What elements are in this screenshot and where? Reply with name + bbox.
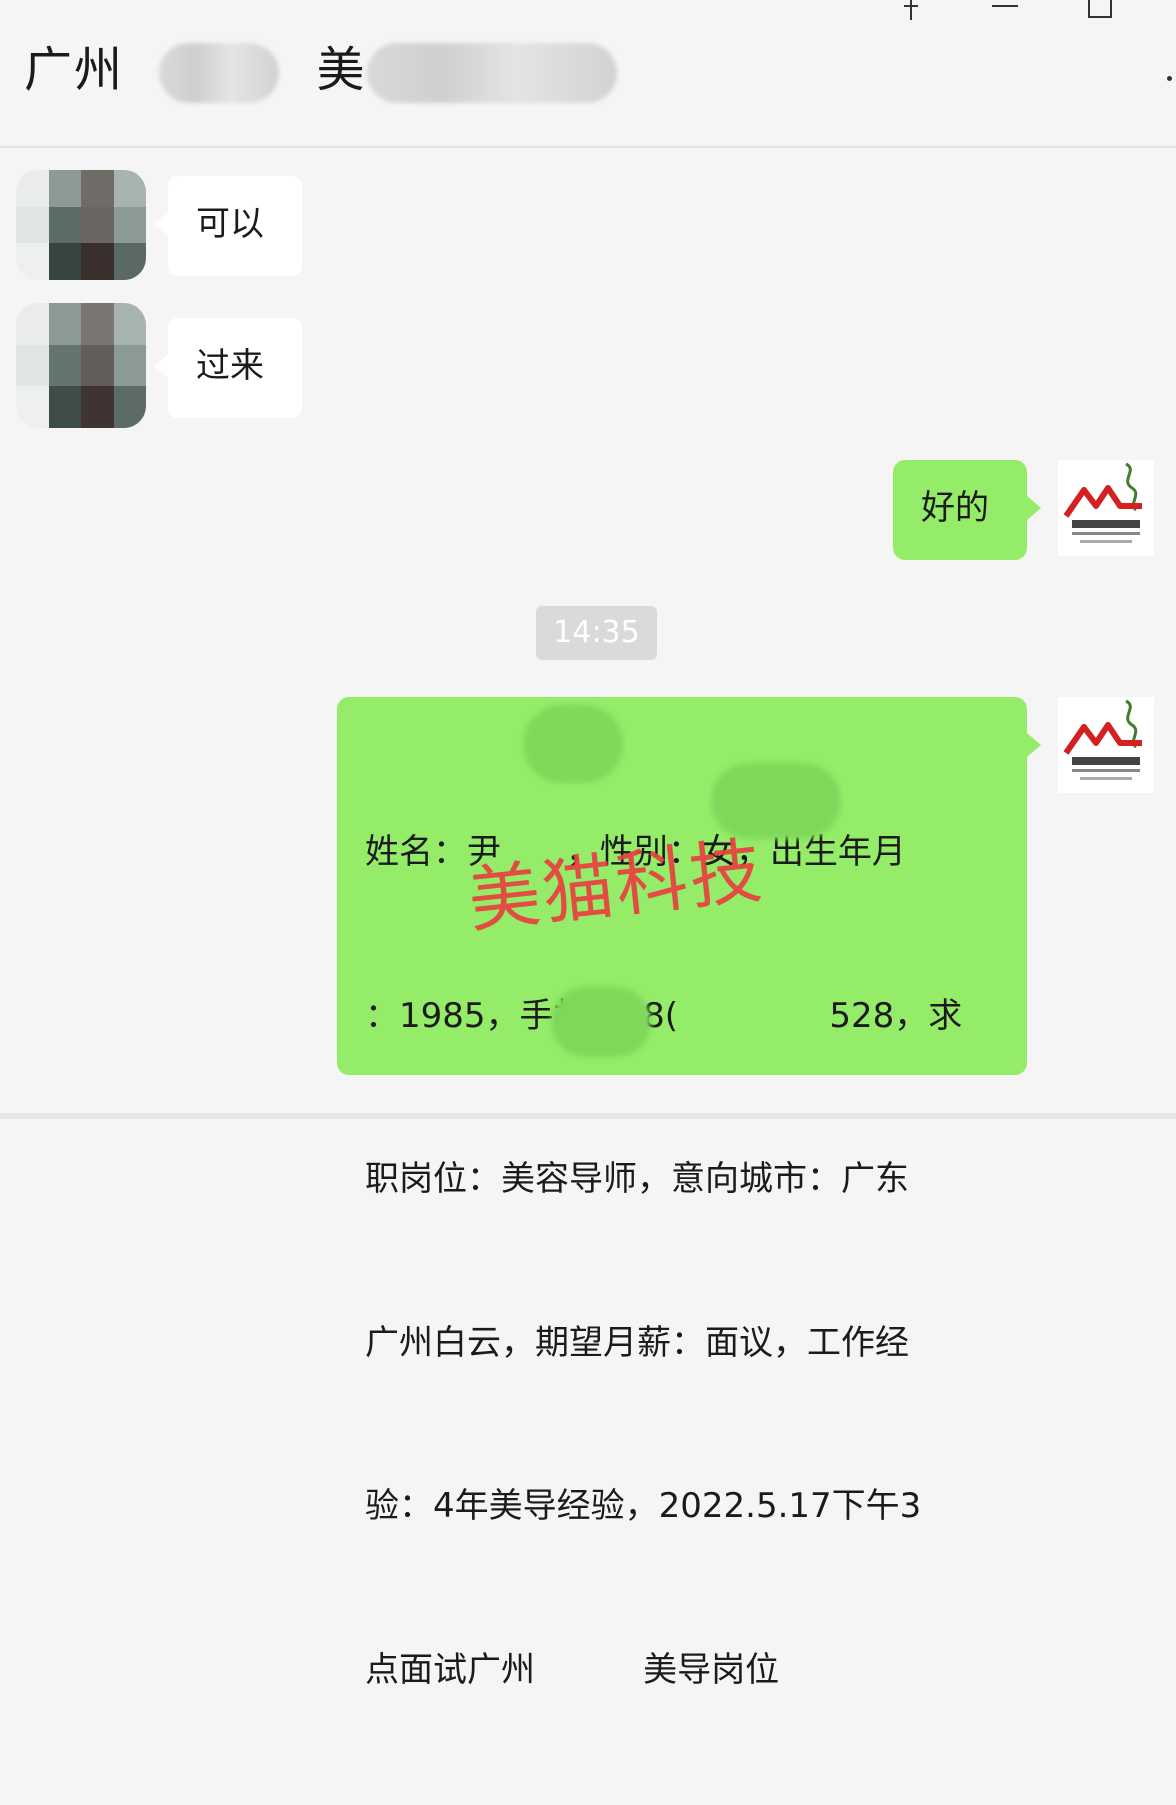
brand-logo-icon [1063,699,1142,780]
message-bubble[interactable]: 可以 [154,176,302,276]
message-line: ：1985，手机：18( 528，求 [365,995,963,1036]
input-area-border [0,1113,1176,1119]
privacy-mask [523,705,623,783]
chat-title-bar: 广州 美 [0,0,1176,148]
timestamp: 14:35 [536,606,657,660]
message-bubble[interactable]: 过来 [154,318,302,418]
contact-avatar[interactable] [16,170,146,280]
privacy-mask [551,987,651,1057]
chat-title: 广州 美 [24,30,617,103]
message-line: 广州白云，期望月薪：面议，工作经 [365,1322,909,1363]
title-blur-mask [159,43,280,103]
message-line: 职岗位：美容导师，意向城市：广东 [365,1159,909,1200]
more-options-icon[interactable] [1167,76,1172,81]
message-line: 验：4年美导经验，2022.5.17下午3 [365,1486,922,1527]
contact-avatar[interactable] [16,303,146,428]
message-bubble[interactable]: 好的 [893,460,1041,560]
message-text: 好的 [921,488,989,528]
message-line: 点面试广州 美导岗位 [365,1649,780,1690]
chat-area: 可以 过来 好的 14:35 姓名：尹 ，性别：女，出生年月 ：1985，手机：… [0,148,1176,1690]
maximize-icon[interactable] [1086,0,1116,30]
pin-icon[interactable] [896,0,926,30]
message-text: 过来 [196,346,264,386]
chat-title-prefix: 广州 [24,42,125,98]
message-text: 可以 [196,204,264,244]
minimize-icon[interactable] [990,0,1020,30]
chat-title-middle: 美 [316,42,367,98]
brand-logo-icon [1063,462,1142,543]
self-avatar[interactable] [1058,697,1154,793]
title-blur-mask [366,43,617,103]
self-avatar[interactable] [1058,460,1154,556]
